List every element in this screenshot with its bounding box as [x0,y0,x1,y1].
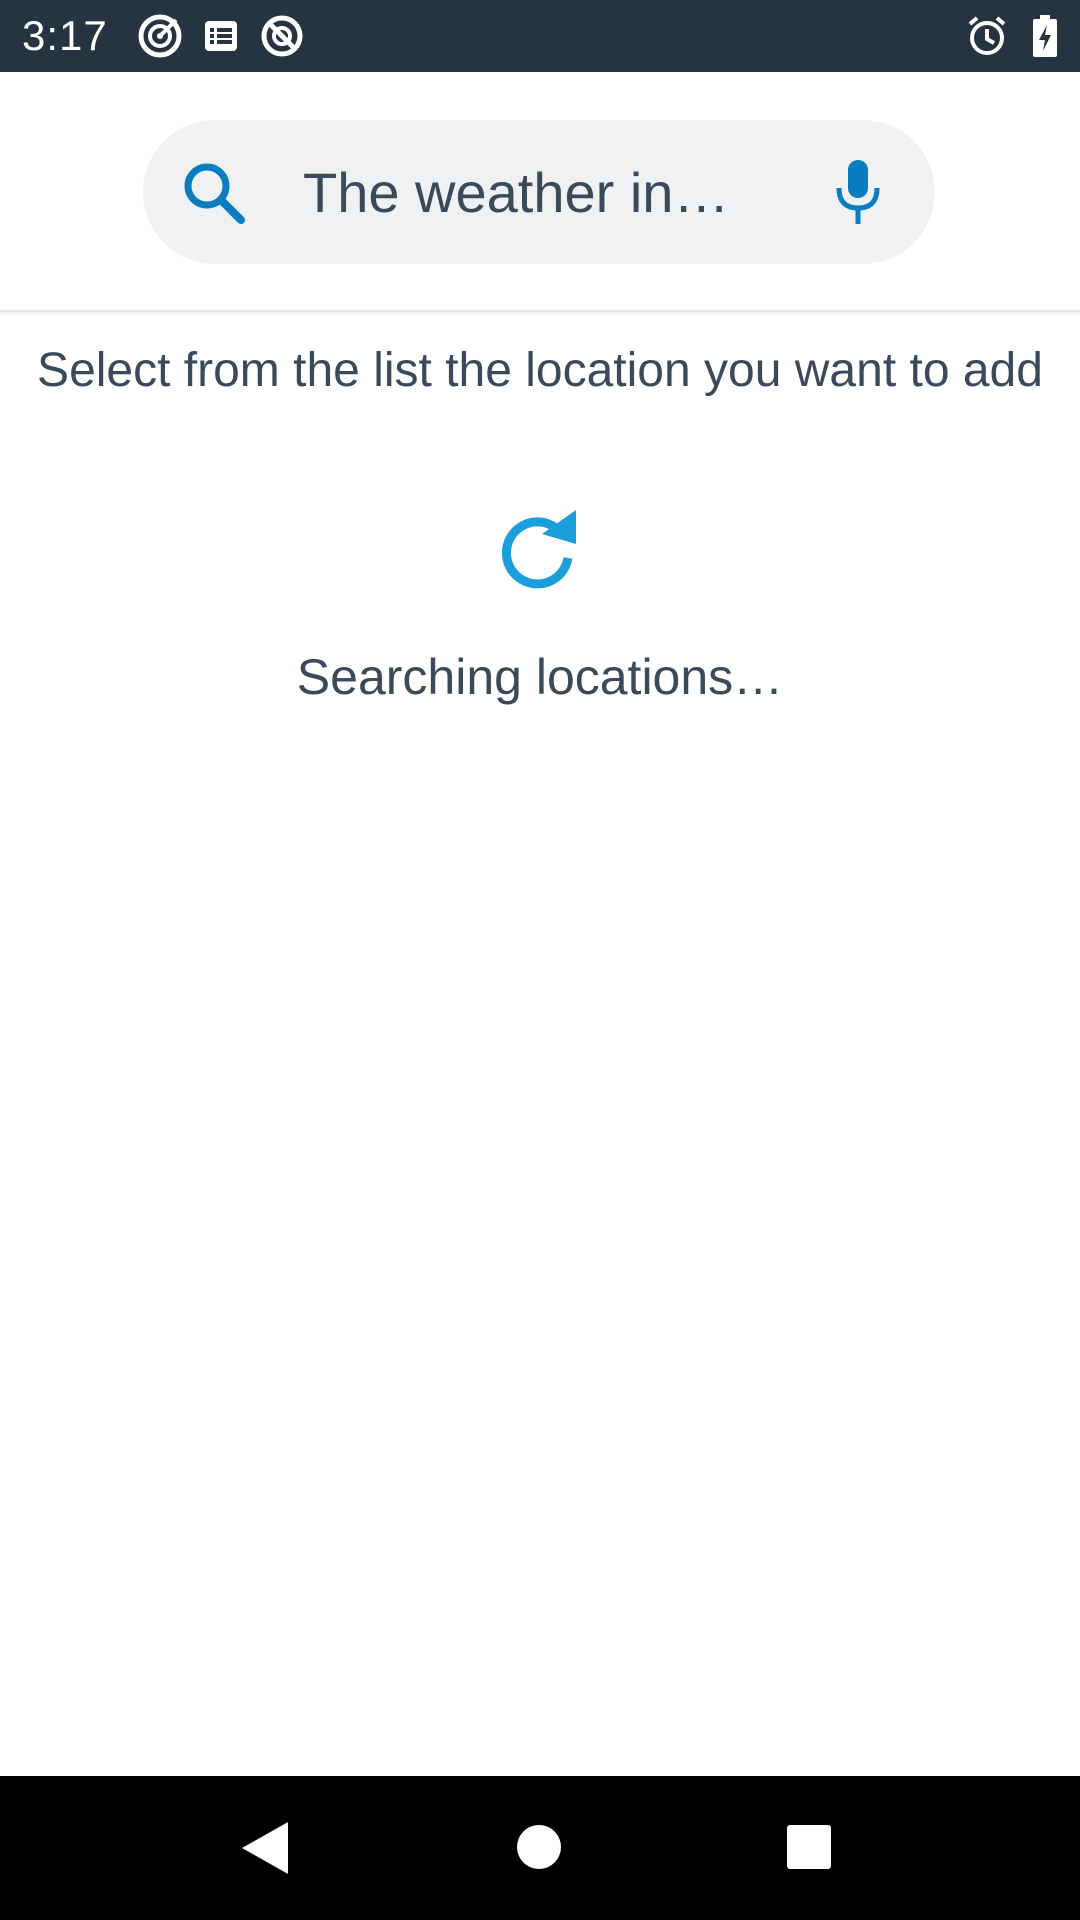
battery-charging-icon [1032,15,1058,57]
status-time: 3:17 [22,12,108,59]
search-bar[interactable] [143,120,935,264]
alarm-icon [966,15,1008,57]
status-bar: 3:17 [0,0,1080,72]
search-input[interactable] [303,120,823,264]
instruction-text: Select from the list the location you wa… [37,344,1043,397]
home-icon[interactable] [516,1824,562,1875]
microphone-icon[interactable] [833,156,883,233]
searching-status-text: Searching locations… [296,649,784,705]
status-right-icons [966,15,1058,57]
list-icon [204,20,238,52]
recents-icon[interactable] [786,1824,832,1875]
blocked-icon [260,14,304,58]
search-icon [179,158,249,233]
status-left-icons [138,14,304,58]
screen: 3:17 The weather in… Select from the lis… [0,0,1080,1920]
navigation-bar [0,1776,1080,1920]
refresh-icon [496,508,582,599]
target-icon [138,14,182,58]
back-icon[interactable] [240,1820,290,1881]
search-header [0,72,1080,312]
